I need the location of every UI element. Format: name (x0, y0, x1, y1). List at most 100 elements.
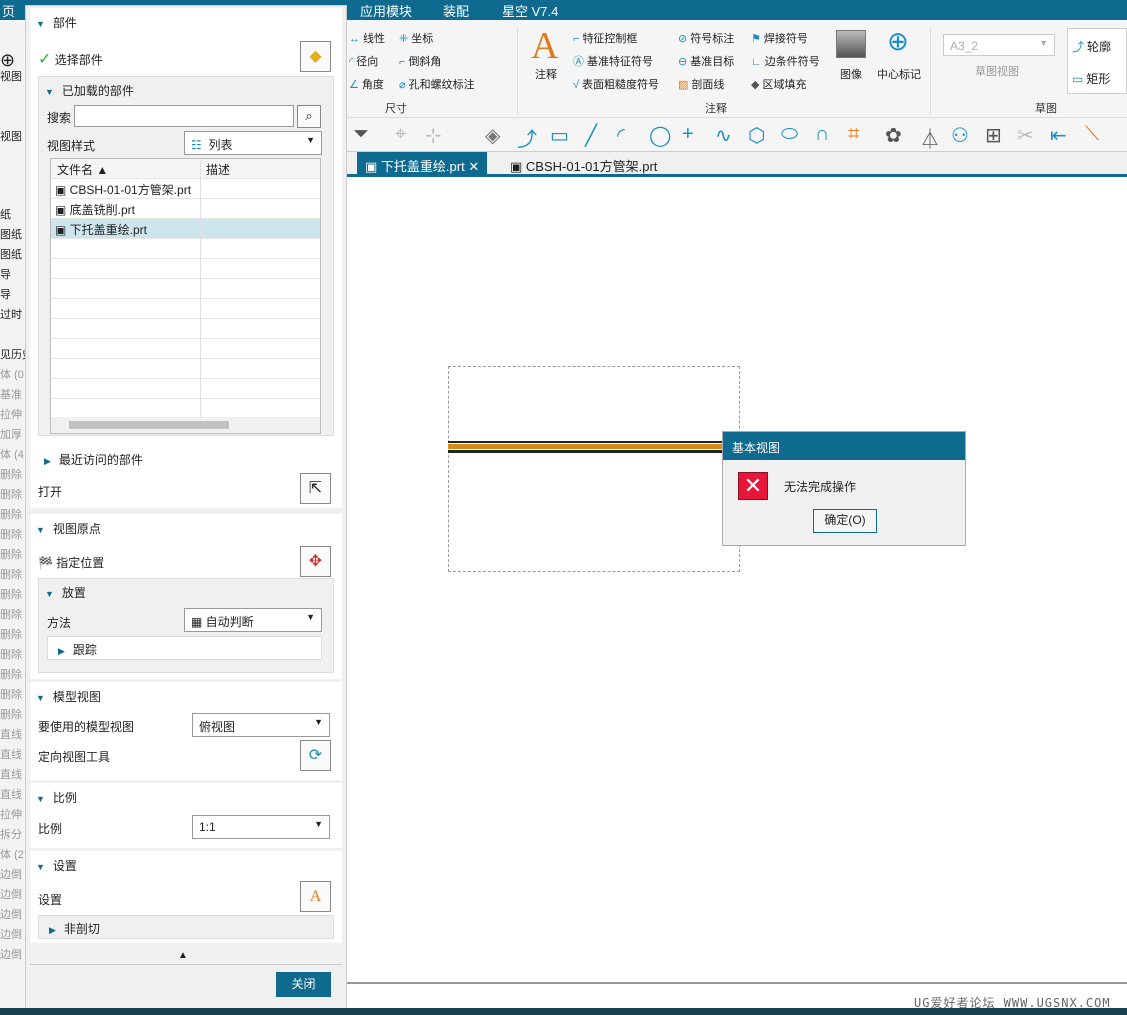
menu-assembly[interactable]: 装配 (443, 1, 469, 20)
hole-thread-dim-button[interactable]: ⌀ 孔和螺纹标注 (399, 76, 475, 92)
offset-icon[interactable]: ⌗ (848, 123, 859, 146)
table-row[interactable]: ▣ CBSH-01-01方管架.prt (51, 179, 320, 199)
section-origin-header[interactable]: ▼ 视图原点 (36, 520, 101, 537)
extend-icon[interactable]: ⇤ (1050, 123, 1067, 148)
coordinate-dim-button[interactable]: ⁜ 坐标 (399, 30, 433, 46)
menu-home[interactable]: 页 (2, 1, 15, 20)
search-input[interactable] (74, 105, 294, 127)
pattern-icon[interactable]: ✿ (885, 123, 902, 148)
note-button[interactable]: 注释 (535, 66, 557, 82)
view-style-label: 视图样式 (47, 139, 96, 153)
sketch-toolbar: ⏷ ⌖ ⊹ ◈ ⤴ ▭ ╱ ◜ ◯ + ∿ ⬡ ⬭ ∩ ⌗ ✿ ⏃ ⚇ ⊞ ✂ … (345, 118, 1127, 152)
point-icon[interactable]: ⊹ (425, 123, 442, 148)
corner-icon[interactable]: ⟍ (1085, 123, 1099, 146)
area-fill-button[interactable]: ◆ 区域填充 (751, 76, 806, 92)
circle-icon[interactable]: ◯ (649, 123, 671, 148)
balloon-button[interactable]: ⊘ 符号标注 (678, 30, 734, 46)
specify-location-row[interactable]: 🏁 指定位置 (38, 554, 104, 571)
model-view-select[interactable]: 俯视图 ▼ (192, 713, 330, 737)
menu-xingkong[interactable]: 星空 V7.4 (502, 1, 558, 20)
snap-icon[interactable]: ⌖ (395, 123, 406, 146)
close-button[interactable]: 关闭 (276, 972, 331, 997)
section-part-header[interactable]: ▼ 部件 (36, 14, 77, 31)
center-mark-button[interactable]: 中心标记 (877, 66, 921, 82)
tab-cbsh[interactable]: ▣ CBSH-01-01方管架.prt (502, 152, 665, 176)
loaded-parts-header[interactable]: ▼ 已加载的部件 (45, 82, 134, 99)
orient-view-label: 定向视图工具 (38, 750, 111, 764)
fcf-button[interactable]: ⌐ 特征控制框 (573, 30, 637, 46)
chamfer-dim-button[interactable]: ⌐ 倒斜角 (399, 53, 441, 69)
method-select[interactable]: ▦ 自动判断 ▼ (184, 608, 322, 632)
section-settings-header[interactable]: ▼ 设置 (36, 857, 77, 874)
filter-icon[interactable]: ⏷ (353, 123, 369, 146)
table-row[interactable]: ▣ 底盖铣削.prt (51, 199, 320, 219)
select-part-row[interactable]: ✓ 选择部件 (38, 49, 103, 69)
settings-button[interactable]: A (300, 881, 331, 912)
recent-parts-header[interactable]: ▶ 最近访问的部件 (44, 451, 143, 468)
status-bar (0, 1008, 1127, 1015)
polygon-icon[interactable]: ⬡ (748, 123, 765, 148)
section-scale-header[interactable]: ▼ 比例 (36, 789, 77, 806)
weld-symbol-button[interactable]: ⚑ 焊接符号 (751, 30, 808, 46)
menu-applications[interactable]: 应用模块 (360, 1, 412, 20)
specify-location-button[interactable]: ✥ (300, 546, 331, 577)
model-view-label: 要使用的模型视图 (38, 720, 135, 734)
open-label: 打开 (38, 485, 63, 499)
rectangle-button[interactable]: ▭ 矩形 (1072, 70, 1110, 87)
base-view-panel: ▼ 部件 ✓ 选择部件 ◆ ▼ 已加载的部件 搜索 ⌕ 视图样式 ☷ 列表 ▼ ▶ 最近… (25, 5, 347, 1010)
close-tab-icon[interactable]: ✕ (468, 159, 479, 174)
select-part-button[interactable]: ◆ (300, 41, 331, 72)
part-navigator-strip: ⊕ 视图 视图 纸 图纸 图纸 导 导 过时 见历史 体 (0 基准 拉伸 加厚… (0, 20, 25, 1010)
radial-dim-button[interactable]: ◜ 径向 (349, 53, 378, 69)
center-mark-icon[interactable]: ⊕ (887, 26, 909, 57)
linear-dim-button[interactable]: ↔ 线性 (349, 30, 385, 46)
scale-select[interactable]: 1:1 ▼ (192, 815, 330, 839)
group-label-sketch: 草图 (1035, 103, 1057, 115)
view-icon[interactable]: ◈ (485, 123, 500, 148)
horizontal-scrollbar[interactable] (51, 417, 320, 433)
hatch-button[interactable]: ▨ 剖面线 (678, 76, 724, 92)
point-plus-icon[interactable]: + (682, 123, 694, 146)
surface-finish-button[interactable]: √ 表面粗糙度符号 (573, 76, 659, 92)
table-row[interactable]: ▣ 下托盖重绘.prt (51, 219, 320, 239)
dialog-message: 无法完成操作 (784, 480, 857, 494)
conic-icon[interactable]: ∩ (815, 123, 829, 146)
view-style-select[interactable]: ☷ 列表 ▼ (184, 131, 322, 155)
ok-button[interactable]: 确定(O) (813, 509, 877, 533)
trim-icon[interactable]: ✂ (1017, 123, 1034, 148)
group-label-annotation: 注释 (705, 103, 727, 115)
open-button[interactable]: ⇱ (300, 473, 331, 504)
edge-condition-button[interactable]: ∟ 边条件符号 (751, 53, 820, 69)
profile-icon[interactable]: ⤴ (517, 123, 537, 152)
spline-icon[interactable]: ∿ (715, 123, 732, 148)
tab-xiatuogai[interactable]: ▣ 下托盖重绘.prt ✕ (357, 152, 488, 176)
search-button[interactable]: ⌕ (297, 105, 321, 128)
drawing-canvas[interactable] (345, 180, 1127, 985)
angle-dim-button[interactable]: ∠ 角度 (349, 76, 384, 92)
constraint-icon[interactable]: ⚇ (951, 123, 969, 148)
ellipse-icon[interactable]: ⬭ (781, 123, 798, 146)
method-label: 方法 (47, 616, 72, 630)
line-icon[interactable]: ╱ (585, 123, 597, 148)
non-section-header[interactable]: ▶ 非剖切 (49, 920, 100, 937)
settings-label: 设置 (38, 893, 63, 907)
sketch-view-select[interactable]: A3_2 ▼ (943, 34, 1055, 56)
image-button[interactable]: 图像 (840, 66, 862, 82)
arc-icon[interactable]: ◜ (617, 123, 625, 148)
rectangle-icon[interactable]: ▭ (550, 123, 569, 148)
dimension-icon[interactable]: ⊞ (985, 123, 1002, 148)
image-icon[interactable] (836, 30, 866, 58)
orient-view-tool-button[interactable]: ⟳ (300, 740, 331, 771)
section-model-view-header[interactable]: ▼ 模型视图 (36, 688, 101, 705)
datum-feature-button[interactable]: Ⓐ 基准特征符号 (573, 53, 653, 69)
track-header[interactable]: ▶ 跟踪 (58, 641, 97, 658)
collapse-up-icon[interactable]: ▲ (178, 950, 188, 961)
mirror-icon[interactable]: ⏃ (920, 123, 940, 152)
error-icon: ✕ (738, 472, 768, 500)
placement-header[interactable]: ▼ 放置 (45, 584, 86, 601)
document-tabs: ▣ 下托盖重绘.prt ✕ ▣ CBSH-01-01方管架.prt (345, 152, 1127, 177)
profile-button[interactable]: ⤴ 轮廓 (1072, 38, 1111, 55)
datum-target-button[interactable]: ⊖ 基准目标 (678, 53, 734, 69)
note-icon[interactable]: A (531, 24, 558, 68)
search-label: 搜索 (47, 111, 72, 125)
